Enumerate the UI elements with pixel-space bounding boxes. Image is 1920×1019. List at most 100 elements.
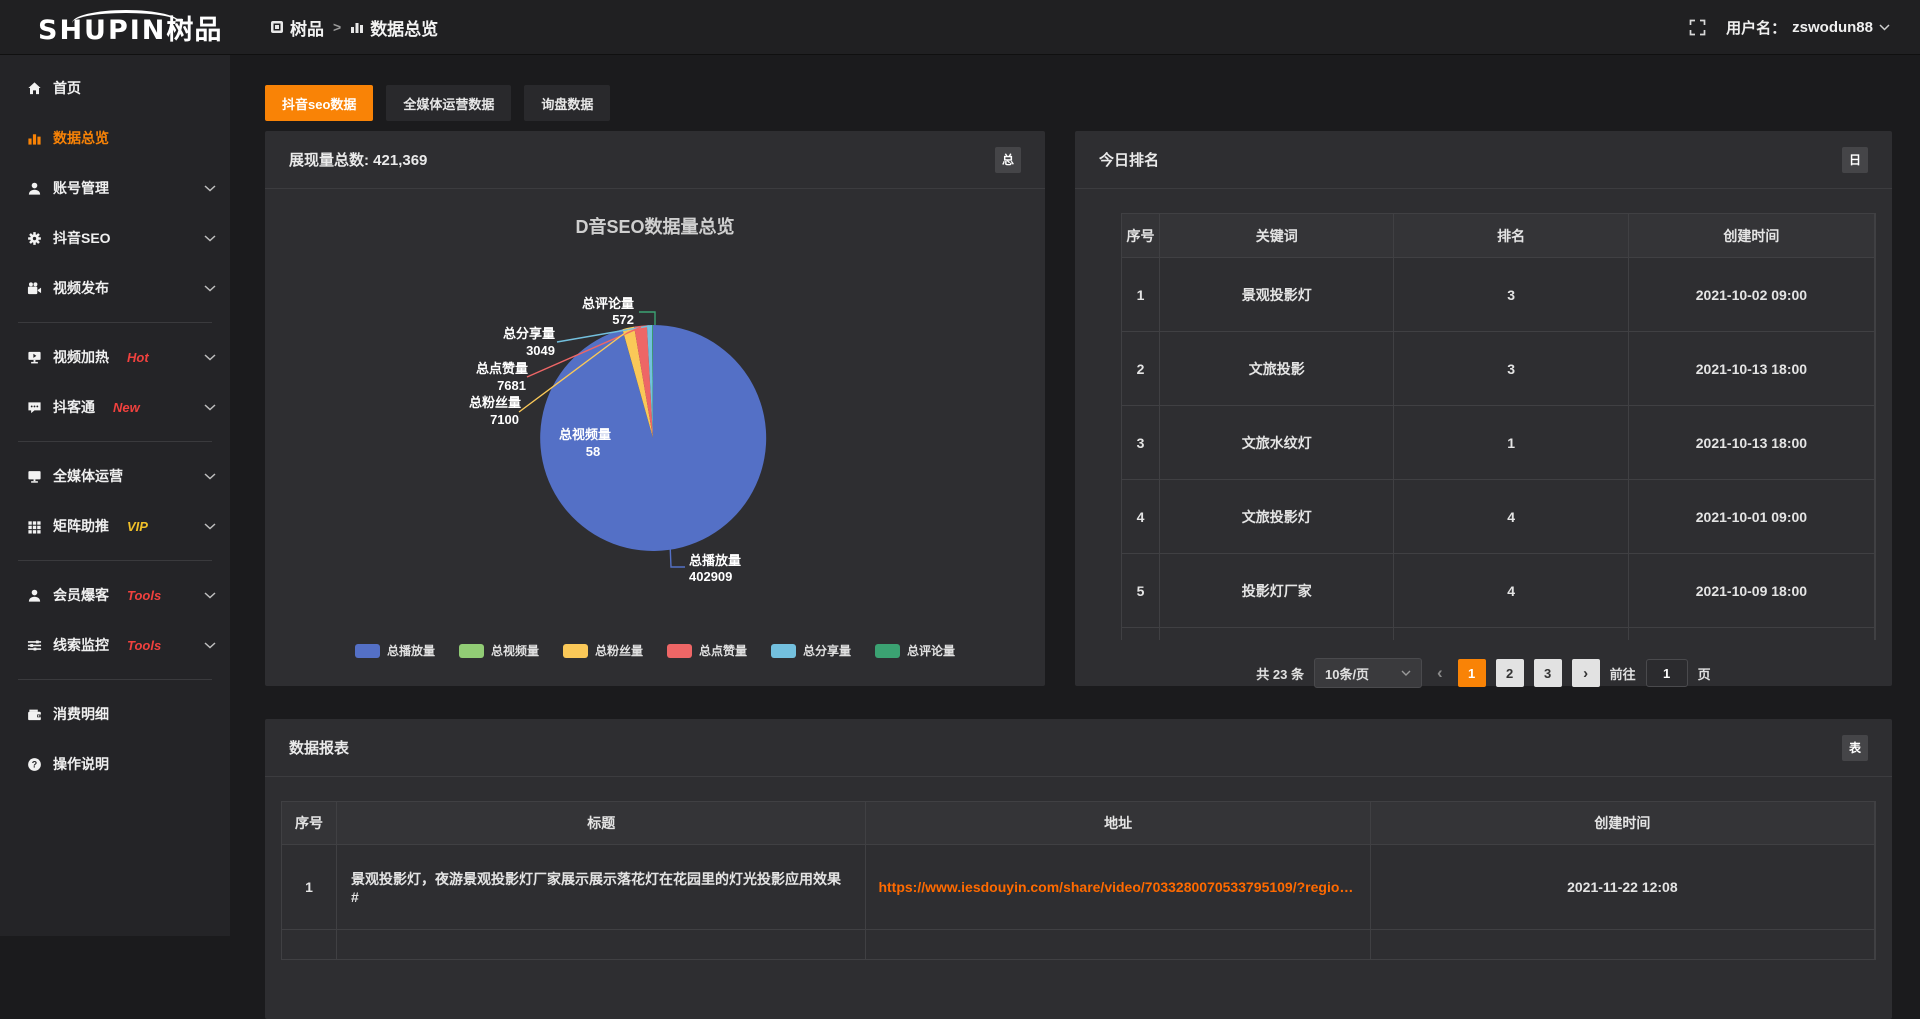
tab-inquiry-data[interactable]: 询盘数据 xyxy=(524,85,610,121)
fullscreen-icon[interactable] xyxy=(1689,19,1706,36)
sidebar-item-label: 首页 xyxy=(53,78,81,98)
video-camera-icon xyxy=(27,281,42,296)
sliders-icon xyxy=(27,638,42,653)
breadcrumb: 树品 > 数据总览 xyxy=(270,15,438,40)
cell-index: 1 xyxy=(1122,258,1160,332)
legend-swatch xyxy=(875,644,900,658)
label-play-value: 402909 xyxy=(689,569,732,584)
sidebar-item-label: 视频加热 xyxy=(53,347,109,367)
page-button-3[interactable]: 3 xyxy=(1534,659,1562,687)
breadcrumb-current[interactable]: 数据总览 xyxy=(350,15,438,40)
sidebar-item-label: 视频发布 xyxy=(53,278,109,298)
chevron-down-icon xyxy=(204,404,216,411)
svg-text:?: ? xyxy=(32,759,37,769)
pie-chart-svg: 总评论量 572 总分享量 3049 总点赞量 7681 总粉丝量 7100 总… xyxy=(265,189,1045,685)
sidebar-item-label: 数据总览 xyxy=(53,128,109,148)
legend-item-shares[interactable]: 总分享量 xyxy=(771,642,851,659)
sidebar-item-instructions[interactable]: ? 操作说明 xyxy=(0,739,230,789)
sidebar-item-account[interactable]: 账号管理 xyxy=(0,163,230,213)
home-icon xyxy=(27,81,42,96)
sidebar-item-douyin-seo[interactable]: 抖音SEO xyxy=(0,213,230,263)
tab-media-operation-data[interactable]: 全媒体运营数据 xyxy=(386,85,511,121)
pagination: 共 23 条 10条/页 ‹ 1 2 3 › 前往 页 xyxy=(1075,658,1892,688)
chevron-down-icon xyxy=(1879,24,1890,31)
goto-label: 前往 xyxy=(1610,664,1636,683)
page-button-1[interactable]: 1 xyxy=(1458,659,1486,687)
sidebar-item-member-burst[interactable]: 会员爆客 Tools xyxy=(0,570,230,620)
legend-item-fans[interactable]: 总粉丝量 xyxy=(563,642,643,659)
chevron-down-icon xyxy=(204,354,216,361)
goto-page-input[interactable] xyxy=(1646,659,1688,687)
legend-label: 总分享量 xyxy=(803,642,851,659)
seo-chart-panel: 展现量总数: 421,369 总 D音SEO数据量总览 xyxy=(265,131,1045,686)
sidebar-item-douketong[interactable]: 抖客通 New xyxy=(0,382,230,432)
pie-chart: D音SEO数据量总览 总评论量 572 xyxy=(265,189,1045,685)
total-badge-button[interactable]: 总 xyxy=(995,147,1021,173)
col-header: 序号 xyxy=(282,802,337,845)
label-fans-value: 7100 xyxy=(490,412,519,427)
label-play-name: 总播放量 xyxy=(689,553,741,568)
cell-keyword: 文旅投影灯 xyxy=(1160,480,1394,554)
ranking-table: 序号 关键词 排名 创建时间 1 景观投影灯 3 2021-10-02 09:0… xyxy=(1121,213,1876,640)
cell-rank: 3 xyxy=(1394,258,1628,332)
sidebar-item-home[interactable]: 首页 xyxy=(0,63,230,113)
breadcrumb-root-label: 树品 xyxy=(290,15,324,40)
username-label: 用户名： xyxy=(1726,17,1786,38)
label-videos-value: 58 xyxy=(586,444,600,459)
daily-badge-button[interactable]: 日 xyxy=(1842,147,1868,173)
cell-time: 2021-10-01 09:00 xyxy=(1629,480,1875,554)
breadcrumb-root[interactable]: 树品 xyxy=(270,15,324,40)
table-row: 1 景观投影灯 3 2021-10-02 09:00 xyxy=(1122,258,1875,332)
tab-douyin-seo-data[interactable]: 抖音seo数据 xyxy=(265,85,373,121)
cell-time: 2021-10-13 18:00 xyxy=(1629,332,1875,406)
legend-item-likes[interactable]: 总点赞量 xyxy=(667,642,747,659)
chevron-down-icon xyxy=(204,592,216,599)
col-header: 标题 xyxy=(337,802,866,845)
main-content: 抖音seo数据 全媒体运营数据 询盘数据 展现量总数: 421,369 总 D音… xyxy=(230,55,1920,1019)
table-badge-button[interactable]: 表 xyxy=(1842,735,1868,761)
sidebar-item-video-publish[interactable]: 视频发布 xyxy=(0,263,230,313)
sidebar-item-data-overview[interactable]: 数据总览 xyxy=(0,113,230,163)
cell-keyword: 文旅投影 xyxy=(1160,332,1394,406)
legend-swatch xyxy=(771,644,796,658)
video-link[interactable]: https://www.iesdouyin.com/share/video/70… xyxy=(878,879,1353,895)
label-likes-name: 总点赞量 xyxy=(476,361,528,376)
cell-keyword: 景观投影灯 xyxy=(1160,258,1394,332)
page-button-2[interactable]: 2 xyxy=(1496,659,1524,687)
page-size-select[interactable]: 10条/页 xyxy=(1314,658,1422,688)
prev-page-button[interactable]: ‹ xyxy=(1432,663,1448,683)
legend-item-comments[interactable]: 总评论量 xyxy=(875,642,955,659)
col-header: 序号 xyxy=(1122,214,1160,258)
label-shares-value: 3049 xyxy=(526,343,555,358)
data-report-panel: 数据报表 表 序号 标题 地址 创建时间 1 景观投影灯，夜游景观投影灯厂家展示… xyxy=(265,719,1892,1019)
tools-badge: Tools xyxy=(127,588,161,603)
today-ranking-panel: 今日排名 日 序号 关键词 排名 创建时间 1 景观投影灯 3 2021-10-… xyxy=(1075,131,1892,686)
page-size-value: 10条/页 xyxy=(1325,664,1369,683)
next-page-button[interactable]: › xyxy=(1572,659,1600,687)
user-menu[interactable]: 用户名： zswodun88 xyxy=(1726,17,1890,38)
sidebar-item-video-heat[interactable]: 视频加热 Hot xyxy=(0,332,230,382)
sidebar-item-label: 操作说明 xyxy=(53,754,109,774)
sidebar-divider xyxy=(18,679,212,680)
legend-swatch xyxy=(563,644,588,658)
legend-label: 总粉丝量 xyxy=(595,642,643,659)
chevron-down-icon xyxy=(204,235,216,242)
sidebar-item-matrix-boost[interactable]: 矩阵助推 VIP xyxy=(0,501,230,551)
cell-index: 4 xyxy=(1122,480,1160,554)
legend-item-videos[interactable]: 总视频量 xyxy=(459,642,539,659)
sidebar-item-consumption-detail[interactable]: 消费明细 xyxy=(0,689,230,739)
label-comments-value: 572 xyxy=(612,312,634,327)
cell-rank: 4 xyxy=(1394,554,1628,628)
legend-item-play[interactable]: 总播放量 xyxy=(355,642,435,659)
hot-badge: Hot xyxy=(127,350,149,365)
sidebar-item-media-operation[interactable]: 全媒体运营 xyxy=(0,451,230,501)
cell-index: 2 xyxy=(1122,332,1160,406)
window-icon xyxy=(270,20,284,34)
cell-index: 1 xyxy=(282,845,337,930)
label-shares-name: 总分享量 xyxy=(503,326,555,341)
chart-legend: 总播放量 总视频量 总粉丝量 总点赞量 总分享量 总评论量 xyxy=(265,642,1045,659)
sidebar-item-clue-monitor[interactable]: 线索监控 Tools xyxy=(0,620,230,670)
table-row: 2 文旅投影 3 2021-10-13 18:00 xyxy=(1122,332,1875,406)
sidebar-divider xyxy=(18,560,212,561)
breadcrumb-separator: > xyxy=(333,19,341,35)
